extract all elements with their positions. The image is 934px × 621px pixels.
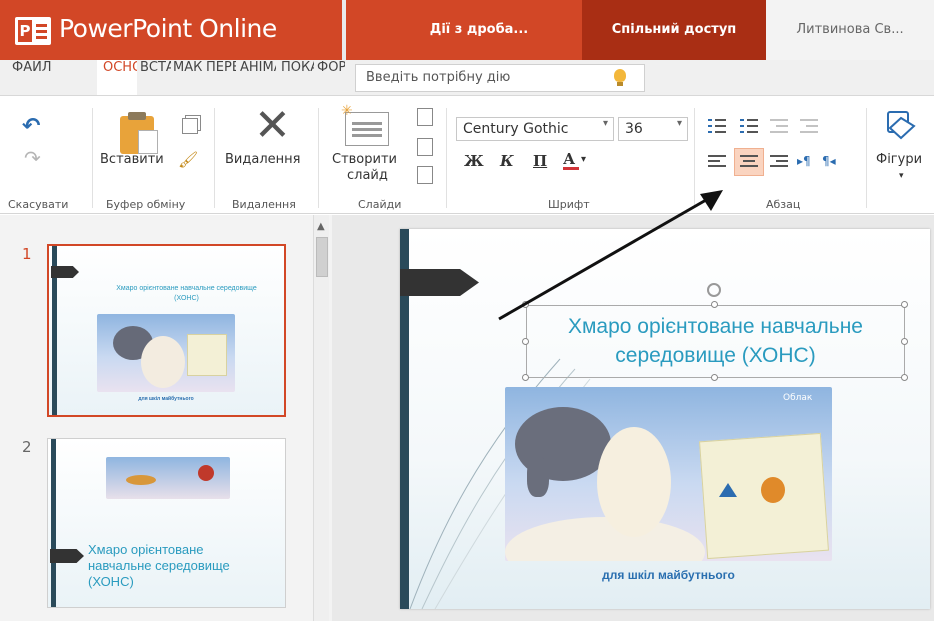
annotation-arrow: [498, 190, 723, 321]
